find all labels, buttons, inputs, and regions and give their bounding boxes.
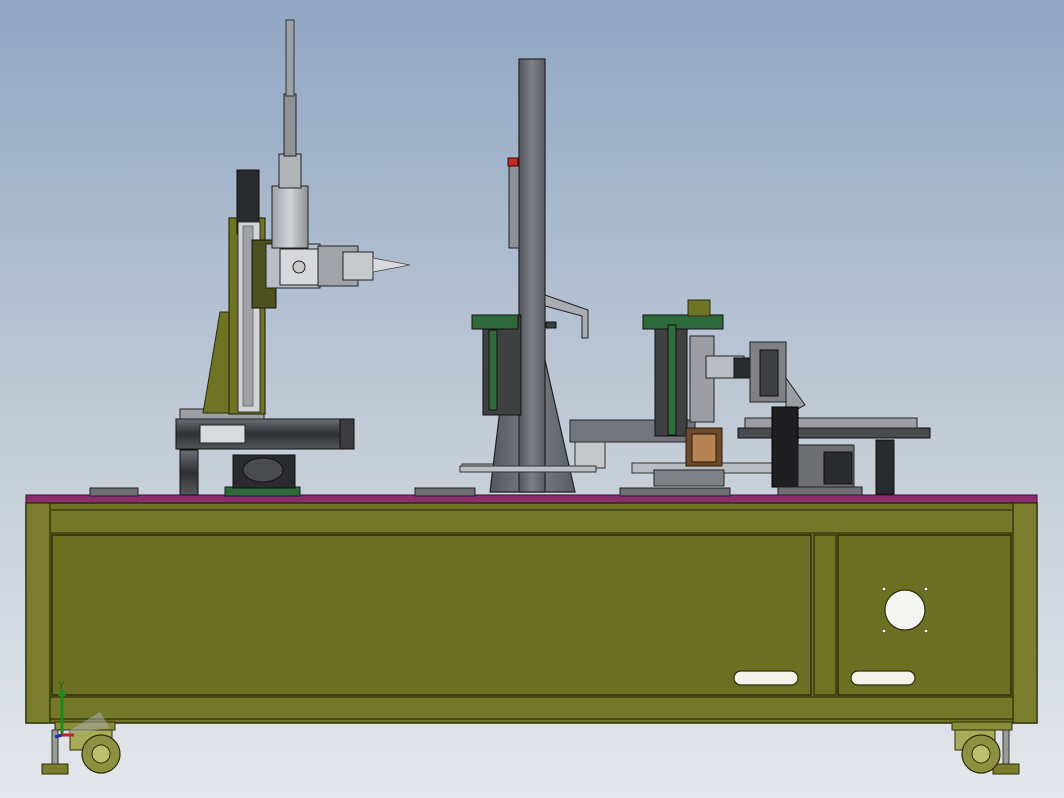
vertical-column	[518, 58, 546, 493]
spindle-drawbar	[285, 19, 295, 97]
base-slide	[459, 465, 597, 473]
frame-bottom-rail	[49, 696, 1014, 720]
feed-gearbox-cover	[823, 451, 853, 485]
feed-table	[737, 427, 931, 439]
frame-center-post	[813, 534, 837, 696]
triad-y-label: Y	[57, 679, 65, 692]
frame-right-leg	[1012, 502, 1038, 724]
door-handle-left	[733, 670, 799, 686]
station-base	[653, 469, 725, 487]
spindle-coupling	[278, 153, 302, 189]
support-leg	[179, 449, 199, 496]
triad-z-axis	[54, 733, 63, 739]
fixture-guide	[667, 324, 677, 436]
base-plate	[777, 486, 863, 496]
support-leg	[875, 439, 895, 495]
port-screw	[923, 586, 929, 592]
fixture-clamp-green	[471, 314, 519, 330]
column-side-rail	[508, 165, 520, 249]
port-screw	[923, 628, 929, 634]
frame-top-rail	[49, 509, 1014, 534]
side-housing-insert	[759, 349, 779, 397]
station-frame	[689, 335, 715, 423]
frame-left-leg	[25, 502, 51, 724]
machine-assembly-drawing[interactable]: Y	[0, 0, 1064, 798]
arm-clamp	[545, 321, 557, 329]
caster-hub	[91, 744, 111, 764]
cad-viewport[interactable]: Y	[0, 0, 1064, 798]
spindle-gantry-unit	[89, 19, 411, 497]
x-axis-endcap	[339, 418, 355, 450]
leveling-foot-rod	[1002, 729, 1010, 767]
port-screw	[881, 628, 887, 634]
feed-table-top	[744, 417, 918, 429]
door-handle-right	[850, 670, 916, 686]
spindle-shaft	[283, 93, 297, 157]
cutting-tool	[372, 257, 411, 273]
work-holder-insert	[691, 433, 717, 463]
caster-mount	[951, 721, 1013, 731]
tool-chuck	[342, 251, 374, 281]
caster-hub	[971, 744, 991, 764]
leveling-foot-pad	[992, 763, 1020, 775]
beam-support-block	[574, 441, 606, 469]
workbench-frame	[25, 494, 1038, 724]
rotary-base-disc	[242, 457, 284, 483]
spindle-bore	[292, 260, 306, 274]
leveling-foot-pad	[41, 763, 69, 775]
door-panel-left	[51, 534, 812, 696]
table-top-plate	[25, 494, 1038, 504]
central-column-unit	[414, 58, 696, 497]
caster-right	[951, 721, 1020, 775]
limit-sensor	[507, 157, 519, 167]
base-plate	[414, 487, 476, 497]
fixture-guide	[488, 329, 498, 411]
right-station-unit	[619, 299, 931, 497]
column-arm-bracket	[544, 294, 589, 339]
cable-port-hole	[884, 589, 926, 631]
base-plate	[89, 487, 139, 497]
x-axis-carriage	[199, 424, 246, 444]
feed-motor	[771, 406, 799, 488]
fixture-clamp-olive	[687, 299, 711, 317]
sensor-head	[733, 357, 753, 379]
base-plate	[619, 487, 731, 497]
column-gusset	[202, 311, 233, 414]
port-screw	[881, 586, 887, 592]
spindle-motor	[271, 185, 309, 249]
fixture-clamp-green	[642, 314, 724, 330]
